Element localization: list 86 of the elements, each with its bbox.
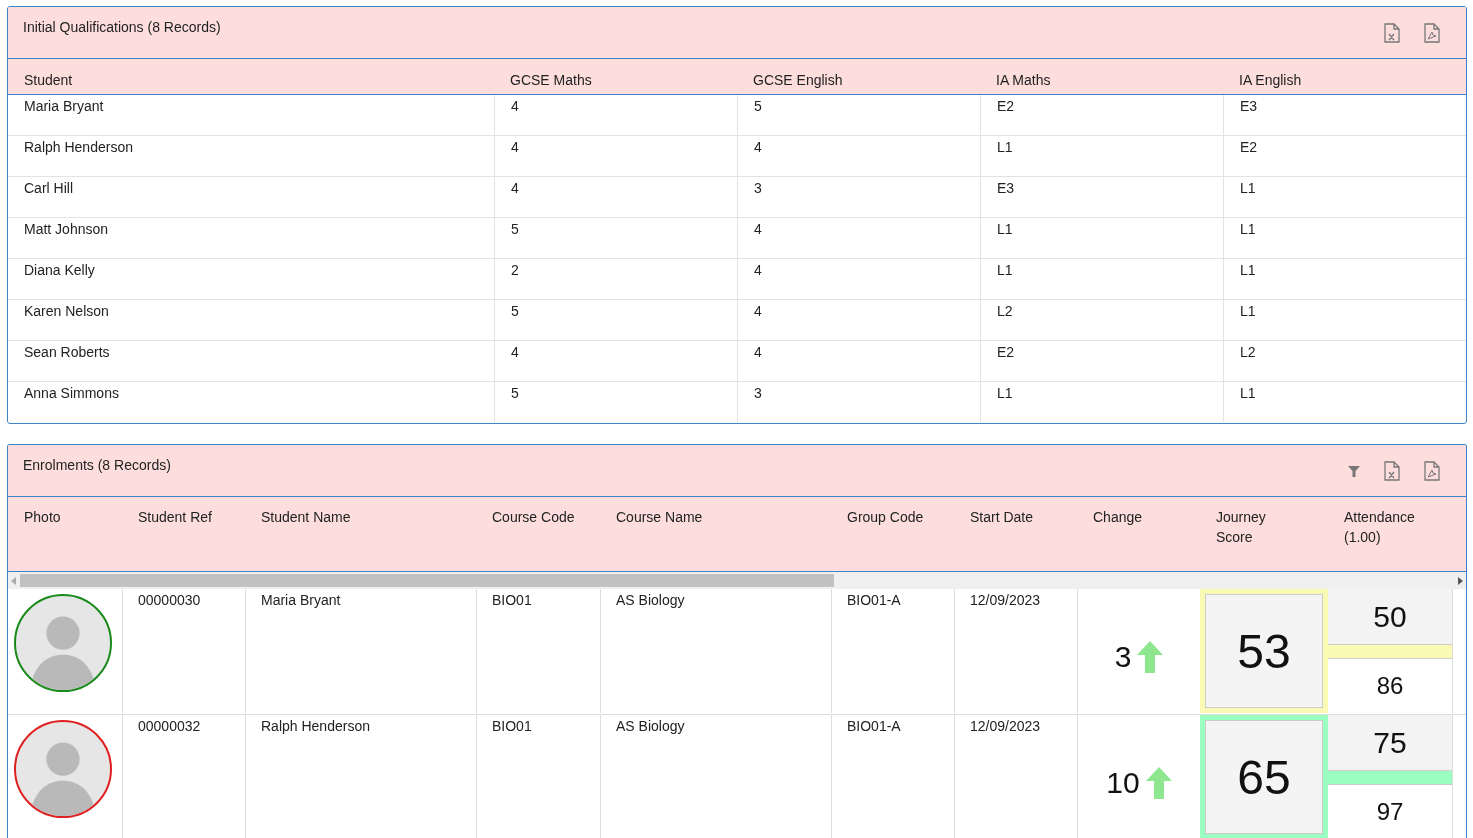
table-cell-text: Karen Nelson	[23, 302, 110, 321]
table-cell: BIO01-A	[847, 592, 901, 608]
attendance-value: 86	[1375, 671, 1405, 701]
table-cell: L1	[980, 136, 1223, 176]
table-cell: 4	[737, 136, 980, 176]
table-cell: 5	[494, 218, 737, 258]
table-cell: L1	[1223, 382, 1466, 422]
table-cell: 5	[494, 300, 737, 340]
column-header[interactable]: Journey Score	[1200, 497, 1328, 547]
table-cell: 5	[737, 95, 980, 135]
table-cell: 00000032	[138, 718, 201, 734]
table-cell: BIO01-A	[847, 718, 901, 734]
excel-export-icon[interactable]	[1383, 461, 1401, 481]
column-header[interactable]: GCSE Maths	[494, 65, 737, 88]
table-cell: E3	[980, 177, 1223, 217]
column-header[interactable]: Group Code	[831, 497, 954, 547]
journey-score: 65	[1205, 720, 1323, 834]
table-cell: 3	[737, 177, 980, 217]
table-cell: E3	[1223, 95, 1466, 135]
column-header[interactable]: Student Ref	[122, 497, 245, 547]
excel-export-icon[interactable]	[1383, 23, 1401, 43]
table-cell-text: Anna Simmons	[23, 384, 120, 403]
pdf-export-icon[interactable]	[1423, 23, 1441, 43]
table-cell: E2	[980, 95, 1223, 135]
table-cell: 4	[494, 341, 737, 381]
column-header[interactable]: Photo	[8, 497, 122, 547]
filter-icon[interactable]	[1347, 464, 1361, 478]
column-header[interactable]: Course Name	[600, 497, 831, 547]
column-header[interactable]: Student	[8, 65, 494, 88]
table-cell: AS Biology	[616, 592, 685, 608]
attendance-value: 50	[1328, 589, 1452, 645]
table-cell: L2	[980, 300, 1223, 340]
panel-title: Initial Qualifications (8 Records)	[23, 19, 221, 35]
table-cell: L1	[1223, 259, 1466, 299]
table-cell: 4	[494, 95, 737, 135]
table-cell: 4	[737, 300, 980, 340]
column-header[interactable]: Student Name	[245, 497, 476, 547]
table-cell: BIO01	[492, 718, 532, 734]
table-cell-text: Carl Hill	[23, 179, 74, 198]
table-cell: Ralph Henderson	[261, 718, 370, 734]
column-header[interactable]: Change	[1077, 497, 1200, 547]
column-header[interactable]: Course Code	[476, 497, 600, 547]
attendance-value: 97	[1375, 797, 1405, 827]
table-cell: Maria Bryant	[261, 592, 341, 608]
column-header[interactable]: Attendance (1.00)	[1328, 497, 1452, 547]
change-value: 3	[1114, 640, 1132, 674]
scroll-right-icon[interactable]	[1458, 576, 1463, 585]
table-cell: E2	[1223, 136, 1466, 176]
table-cell: 3	[737, 382, 980, 422]
table-cell: AS Biology	[616, 718, 685, 734]
table-cell: 12/09/2023	[970, 592, 1041, 608]
table-cell: L1	[1223, 300, 1466, 340]
journey-score: 53	[1205, 594, 1323, 708]
table-cell: 4	[737, 259, 980, 299]
table-cell: 4	[494, 177, 737, 217]
table-cell-text: Ralph Henderson	[23, 138, 134, 157]
table-cell: BIO01	[492, 592, 532, 608]
column-header[interactable]: IA English	[1223, 65, 1466, 88]
table-cell: L1	[980, 382, 1223, 422]
table-cell: L1	[980, 259, 1223, 299]
table-cell: 00000030	[138, 592, 201, 608]
table-cell: 2	[494, 259, 737, 299]
table-cell: L1	[1223, 177, 1466, 217]
scrollbar-thumb[interactable]	[20, 574, 834, 587]
column-header[interactable]: GCSE English	[737, 65, 980, 88]
table-cell: L1	[1223, 218, 1466, 258]
table-cell: L2	[1223, 341, 1466, 381]
change-value: 10	[1106, 766, 1140, 800]
table-cell: 4	[737, 218, 980, 258]
panel-title: Enrolments (8 Records)	[23, 457, 171, 473]
table-cell: L1	[980, 218, 1223, 258]
table-cell: 5	[494, 382, 737, 422]
table-cell-text: Matt Johnson	[23, 220, 110, 239]
table-cell: 4	[494, 136, 737, 176]
pdf-export-icon[interactable]	[1423, 461, 1441, 481]
attendance-value: 75	[1328, 715, 1452, 771]
horizontal-scrollbar[interactable]	[8, 572, 1466, 589]
column-header[interactable]: Start Date	[954, 497, 1077, 547]
table-cell-text: Diana Kelly	[23, 261, 96, 280]
table-cell-text: Sean Roberts	[23, 343, 111, 362]
column-header[interactable]: IA Maths	[980, 65, 1223, 88]
scroll-left-icon[interactable]	[11, 576, 16, 585]
table-cell: E2	[980, 341, 1223, 381]
table-cell: 4	[737, 341, 980, 381]
table-cell: 12/09/2023	[970, 718, 1041, 734]
table-cell-text: Maria Bryant	[23, 97, 105, 116]
